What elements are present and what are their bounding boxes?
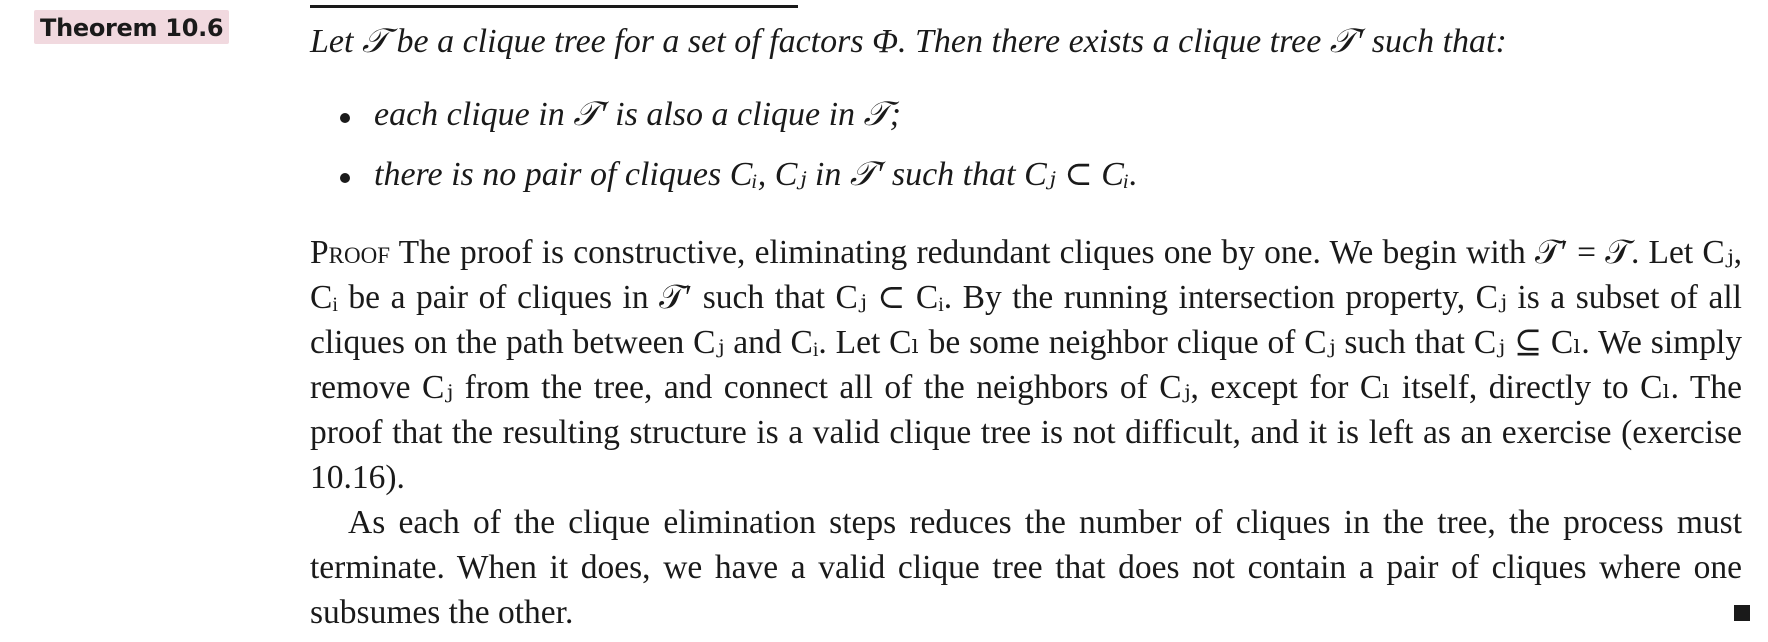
theorem-bullets: each clique in 𝒯′ is also a clique in 𝒯;… <box>340 93 1740 213</box>
proof-heading: Proof <box>310 234 390 271</box>
qed-symbol <box>1734 605 1750 621</box>
proof-block: Proof The proof is constructive, elimina… <box>310 230 1742 635</box>
top-rule <box>310 5 798 8</box>
proof-paragraph: Proof The proof is constructive, elimina… <box>310 230 1742 500</box>
theorem-statement: Let 𝒯 be a clique tree for a set of fact… <box>310 23 1507 60</box>
bullet-item: each clique in 𝒯′ is also a clique in 𝒯; <box>340 93 1740 153</box>
theorem-label: Theorem 10.6 <box>34 10 230 44</box>
bullet-item: there is no pair of cliques Cᵢ, Cⱼ in 𝒯′… <box>340 153 1740 213</box>
proof-text: The proof is constructive, eliminating r… <box>310 234 1742 496</box>
proof-paragraph: As each of the clique elimination steps … <box>310 504 1742 631</box>
